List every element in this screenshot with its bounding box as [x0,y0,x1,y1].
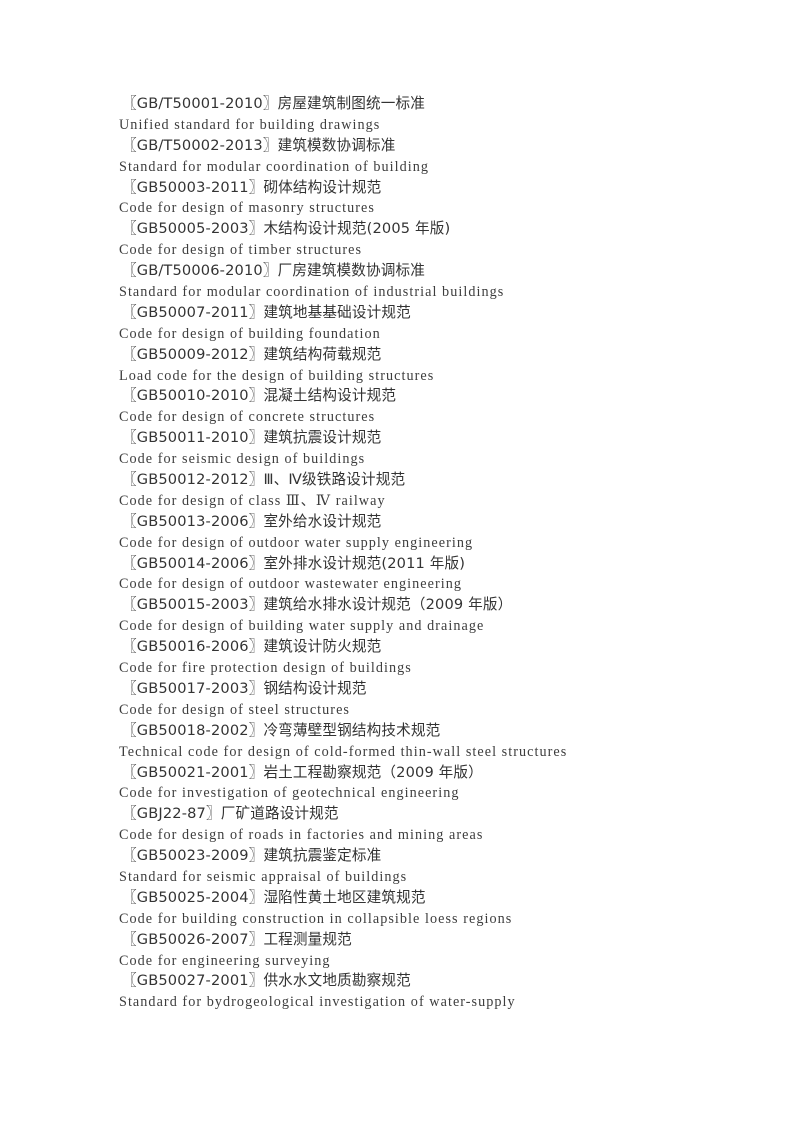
standard-title-cn: 〖GB50025-2004〗湿陷性黄土地区建筑规范 [122,888,426,906]
standard-title-cn: 〖GB50007-2011〗建筑地基基础设计规范 [122,303,411,321]
standard-title-en: Code for design of roads in factories an… [119,827,484,844]
standard-title-en: Code for design of building water supply… [119,618,485,635]
standard-title-cn: 〖GB50018-2002〗冷弯薄壁型钢结构技术规范 [122,721,441,739]
standard-title-en: Standard for modular coordination of ind… [119,284,505,301]
standard-title-cn: 〖GB50013-2006〗室外给水设计规范 [122,512,382,530]
standard-title-cn: 〖GB50027-2001〗供水水文地质勘察规范 [122,972,411,990]
standards-list: 〖GB/T50001-2010〗房屋建筑制图统一标准 Unified standa… [119,94,719,1013]
standard-title-en: Code for design of building foundation [119,325,381,342]
standard-title-cn: 〖GB50005-2003〗木结构设计规范(2005 年版) [122,220,451,238]
standard-title-cn: 〖GBJ22-87〗厂矿道路设计规范 [122,805,339,823]
standard-title-cn: 〖GB/T50002-2013〗建筑模数协调标准 [122,136,396,154]
standard-title-cn: 〖GB50021-2001〗岩土工程勘察规范（2009 年版） [122,763,483,781]
standard-title-en: Code for design of concrete structures [119,409,376,426]
standard-title-en: Code for design of masonry structures [119,200,375,217]
standard-title-en: Code for design of steel structures [119,701,350,718]
standard-title-en: Code for engineering surveying [119,952,331,969]
standard-title-en: Code for building construction in collap… [119,910,513,927]
standard-title-cn: 〖GB50003-2011〗砌体结构设计规范 [122,178,382,196]
standard-title-en: Code for seismic design of buildings [119,451,366,468]
standard-title-en: Code for fire protection design of build… [119,660,412,677]
standard-title-en: Standard for modular coordination of bui… [119,158,430,175]
standard-title-cn: 〖GB50017-2003〗钢结构设计规范 [122,679,367,697]
standard-title-en: Code for design of outdoor water supply … [119,534,474,551]
standard-title-en: Code for design of class Ⅲ、Ⅳ railway [119,492,386,509]
standard-title-en: Unified standard for building drawings [119,116,381,133]
standard-title-cn: 〖GB50011-2010〗建筑抗震设计规范 [122,429,382,447]
standard-title-cn: 〖GB50012-2012〗Ⅲ、Ⅳ级铁路设计规范 [122,471,406,489]
standard-title-cn: 〖GB50016-2006〗建筑设计防火规范 [122,638,382,656]
standard-title-cn: 〖GB50014-2006〗室外排水设计规范(2011 年版) [122,554,466,572]
standard-title-cn: 〖GB50015-2003〗建筑给水排水设计规范（2009 年版） [122,596,513,614]
standard-title-en: Standard for seismic appraisal of buildi… [119,868,408,885]
standard-title-en: Technical code for design of cold-formed… [119,743,568,760]
standard-title-cn: 〖GB/T50001-2010〗房屋建筑制图统一标准 [122,95,426,112]
standard-title-cn: 〖GB50009-2012〗建筑结构荷载规范 [122,345,382,363]
document-page: 〖GB/T50001-2010〗房屋建筑制图统一标准 Unified standa… [0,0,793,1122]
standard-title-cn: 〖GB/T50006-2010〗厂房建筑模数协调标准 [122,262,426,280]
standard-title-en: Code for design of outdoor wastewater en… [119,576,462,593]
standard-title-en: Load code for the design of building str… [119,367,435,384]
standard-title-cn: 〖GB50023-2009〗建筑抗震鉴定标准 [122,847,382,865]
standard-title-cn: 〖GB50010-2010〗混凝土结构设计规范 [122,387,397,405]
standard-title-en: Standard for bydrogeological investigati… [119,994,516,1011]
standard-title-en: Code for investigation of geotechnical e… [119,785,460,802]
standard-title-cn: 〖GB50026-2007〗工程测量规范 [122,930,352,948]
standard-title-en: Code for design of timber structures [119,242,363,259]
